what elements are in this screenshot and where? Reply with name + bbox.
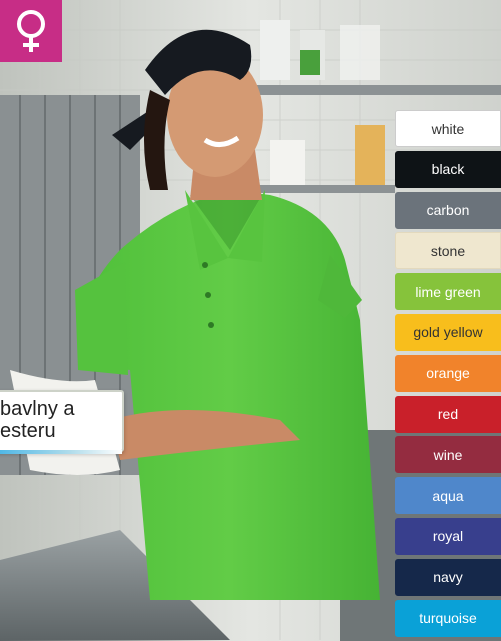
color-swatch-navy[interactable]: navy <box>395 558 501 596</box>
color-swatch-aqua[interactable]: aqua <box>395 477 501 515</box>
female-icon <box>17 10 45 52</box>
color-swatch-black[interactable]: black <box>395 150 501 188</box>
color-swatch-label: aqua <box>432 487 464 504</box>
color-swatch-label: red <box>437 406 459 423</box>
female-gender-badge <box>0 0 62 62</box>
color-swatch-lime-green[interactable]: lime green <box>395 273 501 311</box>
color-swatch-royal[interactable]: royal <box>395 517 501 555</box>
color-swatch-label: stone <box>430 242 466 259</box>
color-swatch-label: wine <box>433 446 463 463</box>
color-swatch-wine[interactable]: wine <box>395 436 501 474</box>
material-label-line-1: bavlny a <box>0 398 75 420</box>
label-accent-bar <box>0 450 122 454</box>
color-swatch-orange[interactable]: orange <box>395 354 501 392</box>
color-swatch-red[interactable]: red <box>395 395 501 433</box>
color-swatch-label: royal <box>432 528 464 545</box>
color-swatch-carbon[interactable]: carbon <box>395 191 501 229</box>
color-swatch-gold-yellow[interactable]: gold yellow <box>395 313 501 351</box>
color-swatch-label: navy <box>433 569 463 586</box>
color-swatch-label: turquoise <box>419 610 477 627</box>
color-swatch-white[interactable]: white <box>395 110 501 147</box>
color-swatch-label: white <box>431 120 465 137</box>
material-label-line-2: esteru <box>0 420 56 442</box>
color-swatch-label: orange <box>426 365 470 382</box>
color-swatch-label: gold yellow <box>413 324 483 341</box>
color-swatch-stone[interactable]: stone <box>395 232 501 270</box>
color-swatch-label: carbon <box>426 202 470 219</box>
color-swatch-label: black <box>431 161 465 178</box>
color-swatch-label: lime green <box>415 283 481 300</box>
color-swatch-list: white black carbon stone lime green gold yell… <box>395 110 501 640</box>
color-swatch-turquoise[interactable]: turquoise <box>395 599 501 637</box>
material-label-card: bavlny a esteru <box>0 390 124 454</box>
